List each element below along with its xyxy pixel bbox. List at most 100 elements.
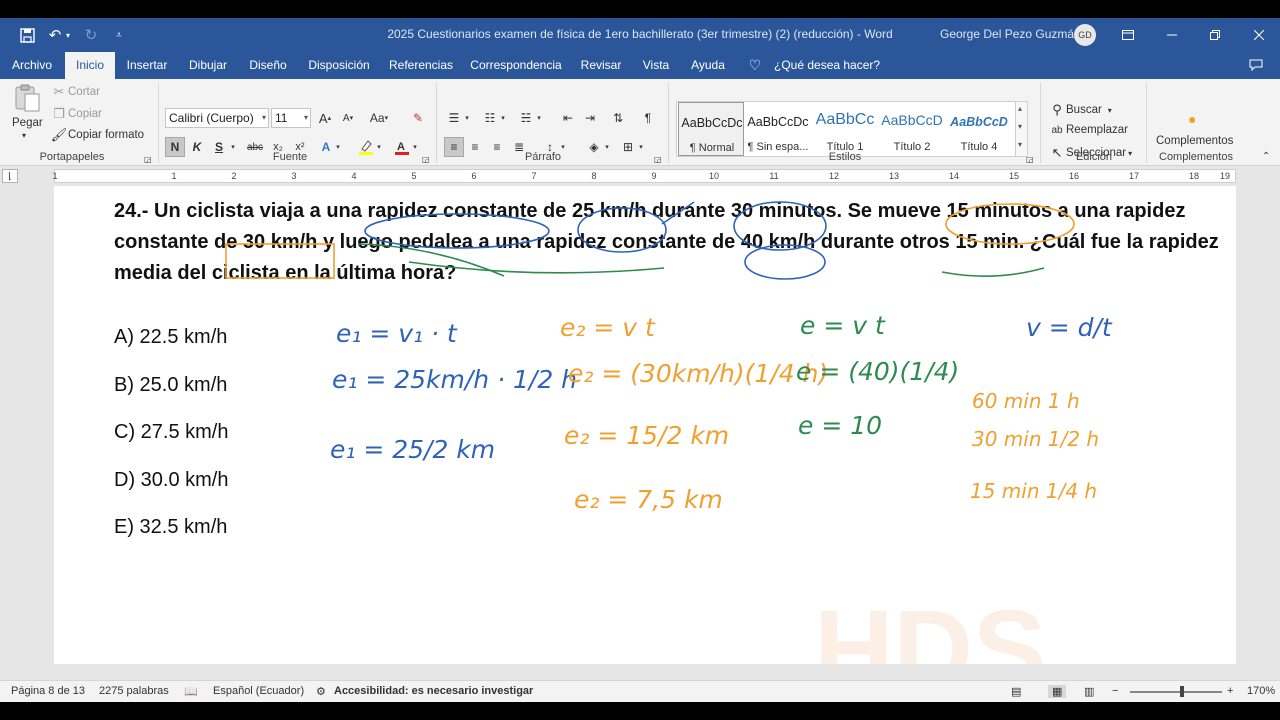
styles-scroll[interactable]: ▴ ▾ ▾	[1015, 102, 1027, 156]
web-layout-icon[interactable]: ▥	[1084, 685, 1094, 698]
chevron-down-icon[interactable]: ▾	[602, 137, 612, 157]
italic-button[interactable]: K	[187, 137, 207, 157]
increase-indent-icon[interactable]: ⇥	[580, 108, 600, 128]
chevron-down-icon[interactable]: ▾	[374, 137, 384, 157]
tab-archivo[interactable]: Archivo	[4, 52, 60, 79]
accessibility-status[interactable]: Accesibilidad: es necesario investigar	[334, 685, 533, 697]
user-name[interactable]: George Del Pezo Guzmán	[940, 27, 1081, 41]
accessibility-icon[interactable]: ⚙	[316, 685, 326, 698]
addins-button[interactable]: Complementos	[1156, 135, 1233, 147]
styles-launcher-icon[interactable]: ◲	[1026, 155, 1034, 164]
clear-formatting-icon[interactable]: ✎	[408, 108, 428, 128]
font-family-select[interactable]: Calibri (Cuerpo) ▾	[165, 108, 269, 128]
bold-button[interactable]: N	[165, 137, 185, 157]
minimize-icon[interactable]	[1158, 24, 1186, 46]
zoom-slider-thumb[interactable]	[1180, 686, 1184, 697]
align-left-icon[interactable]: ≡	[444, 137, 464, 157]
clipboard-launcher-icon[interactable]: ◲	[144, 155, 152, 164]
font-color-icon[interactable]: A	[392, 137, 412, 157]
tab-inicio[interactable]: Inicio	[65, 52, 115, 79]
tab-ayuda[interactable]: Ayuda	[686, 52, 730, 79]
decrease-indent-icon[interactable]: ⇤	[558, 108, 578, 128]
chevron-down-icon[interactable]: ▾	[410, 137, 420, 157]
group-label-clipboard: Portapapeles	[39, 151, 105, 163]
sort-icon[interactable]: ⇅	[608, 108, 628, 128]
tab-selector[interactable]: ⌊	[2, 169, 18, 183]
ruler-strip[interactable]: 1 1 2 3 4 5 6 7 8 9 10 11 12 13 14 15 16 17 18 19	[52, 169, 1236, 183]
replace-button[interactable]: ab Reemplazar	[1048, 124, 1128, 136]
collapse-ribbon-icon[interactable]: ⌃	[1262, 151, 1270, 162]
chevron-down-icon[interactable]: ▾	[636, 137, 646, 157]
tab-referencias[interactable]: Referencias	[386, 52, 456, 79]
avatar[interactable]: GD	[1074, 24, 1096, 46]
shrink-font-button[interactable]: A ▾	[338, 108, 358, 128]
align-center-icon[interactable]: ≡	[465, 137, 485, 157]
chevron-down-icon[interactable]: ▾	[498, 108, 508, 128]
ink-box	[225, 243, 335, 279]
format-painter-button[interactable]: 🖌 Copiar formato	[50, 127, 144, 143]
style-heading-4[interactable]: AaBbCcD Título 4	[946, 102, 1012, 156]
tab-revisar[interactable]: Revisar	[576, 52, 626, 79]
chevron-down-icon[interactable]: ▾	[333, 137, 343, 157]
more-styles-icon[interactable]: ▾	[1018, 140, 1022, 149]
chevron-down-icon[interactable]: ▾	[228, 137, 238, 157]
highlight-icon[interactable]	[356, 137, 376, 157]
read-mode-icon[interactable]: ▤	[1011, 685, 1021, 698]
comments-icon[interactable]	[1248, 52, 1264, 79]
zoom-in-icon[interactable]: +	[1227, 685, 1233, 697]
tab-dibujar[interactable]: Dibujar	[184, 52, 232, 79]
borders-icon[interactable]: ⊞	[618, 137, 638, 157]
lightbulb-icon[interactable]: ♡	[748, 52, 762, 79]
underline-button[interactable]: S	[209, 137, 229, 157]
font-launcher-icon[interactable]: ◲	[422, 155, 430, 164]
paragraph-launcher-icon[interactable]: ◲	[654, 155, 662, 164]
paste-icon[interactable]	[12, 83, 46, 113]
style-heading-2[interactable]: AaBbCcD Título 2	[879, 102, 945, 156]
language[interactable]: Español (Ecuador)	[213, 685, 304, 697]
tab-vista[interactable]: Vista	[636, 52, 676, 79]
close-icon[interactable]	[1245, 24, 1273, 46]
font-size-select[interactable]: 11 ▾	[271, 108, 311, 128]
style-normal[interactable]: AaBbCcDc ¶ Normal	[678, 102, 744, 156]
chevron-down-icon[interactable]: ▾	[1018, 122, 1022, 131]
tab-insertar[interactable]: Insertar	[122, 52, 172, 79]
grow-font-button[interactable]: A ▴	[315, 108, 335, 128]
pilcrow-icon[interactable]: ¶	[638, 108, 658, 128]
paste-dropdown-icon[interactable]: ▾	[22, 131, 26, 140]
vertical-scrollbar[interactable]	[1258, 186, 1280, 664]
cut-button[interactable]: ✂ Cortar	[50, 84, 100, 100]
ribbon-display-options-icon[interactable]	[1114, 24, 1142, 46]
redo-icon[interactable]: ↻	[80, 24, 102, 46]
align-right-icon[interactable]: ≡	[487, 137, 507, 157]
style-no-spacing[interactable]: AaBbCcDc ¶ Sin espa...	[745, 102, 811, 156]
find-button[interactable]: ⚲ Buscar ▾	[1048, 102, 1112, 118]
numbering-icon[interactable]: ☷	[480, 108, 500, 128]
save-icon[interactable]	[16, 24, 38, 46]
customize-toolbar-icon[interactable]: ⩡	[108, 24, 130, 46]
tab-disposicion[interactable]: Disposición	[304, 52, 374, 79]
tab-correspondencia[interactable]: Correspondencia	[468, 52, 564, 79]
page-indicator[interactable]: Página 8 de 13	[11, 685, 85, 697]
chevron-down-icon[interactable]: ▾	[462, 108, 472, 128]
zoom-out-icon[interactable]: −	[1112, 685, 1118, 697]
print-layout-icon[interactable]: ▦	[1048, 685, 1067, 698]
chevron-down-icon[interactable]: ▾	[534, 108, 544, 128]
document-page[interactable]: HDS 24.- Un ciclista viaja a una rapidez…	[54, 186, 1236, 664]
addins-icon[interactable]: ●	[1188, 111, 1196, 127]
undo-dropdown-icon[interactable]: ▾	[62, 24, 74, 46]
multilevel-list-icon[interactable]: ☵	[516, 108, 536, 128]
proofing-icon[interactable]: 📖	[184, 685, 198, 698]
zoom-slider[interactable]	[1130, 691, 1222, 693]
word-count[interactable]: 2275 palabras	[99, 685, 169, 697]
shading-icon[interactable]: ◈	[584, 137, 604, 157]
tab-diseno[interactable]: Diseño	[244, 52, 292, 79]
change-case-button[interactable]: Aa ▾	[366, 108, 392, 128]
bullets-icon[interactable]: ☰	[444, 108, 464, 128]
tell-me-search[interactable]: ¿Qué desea hacer?	[774, 52, 880, 79]
zoom-level[interactable]: 170%	[1247, 685, 1275, 697]
restore-icon[interactable]	[1201, 24, 1229, 46]
style-heading-1[interactable]: AaBbCc Título 1	[812, 102, 878, 156]
copy-button[interactable]: ❐ Copiar	[50, 106, 102, 122]
paste-button[interactable]: Pegar	[12, 117, 43, 129]
chevron-up-icon[interactable]: ▴	[1018, 104, 1022, 113]
